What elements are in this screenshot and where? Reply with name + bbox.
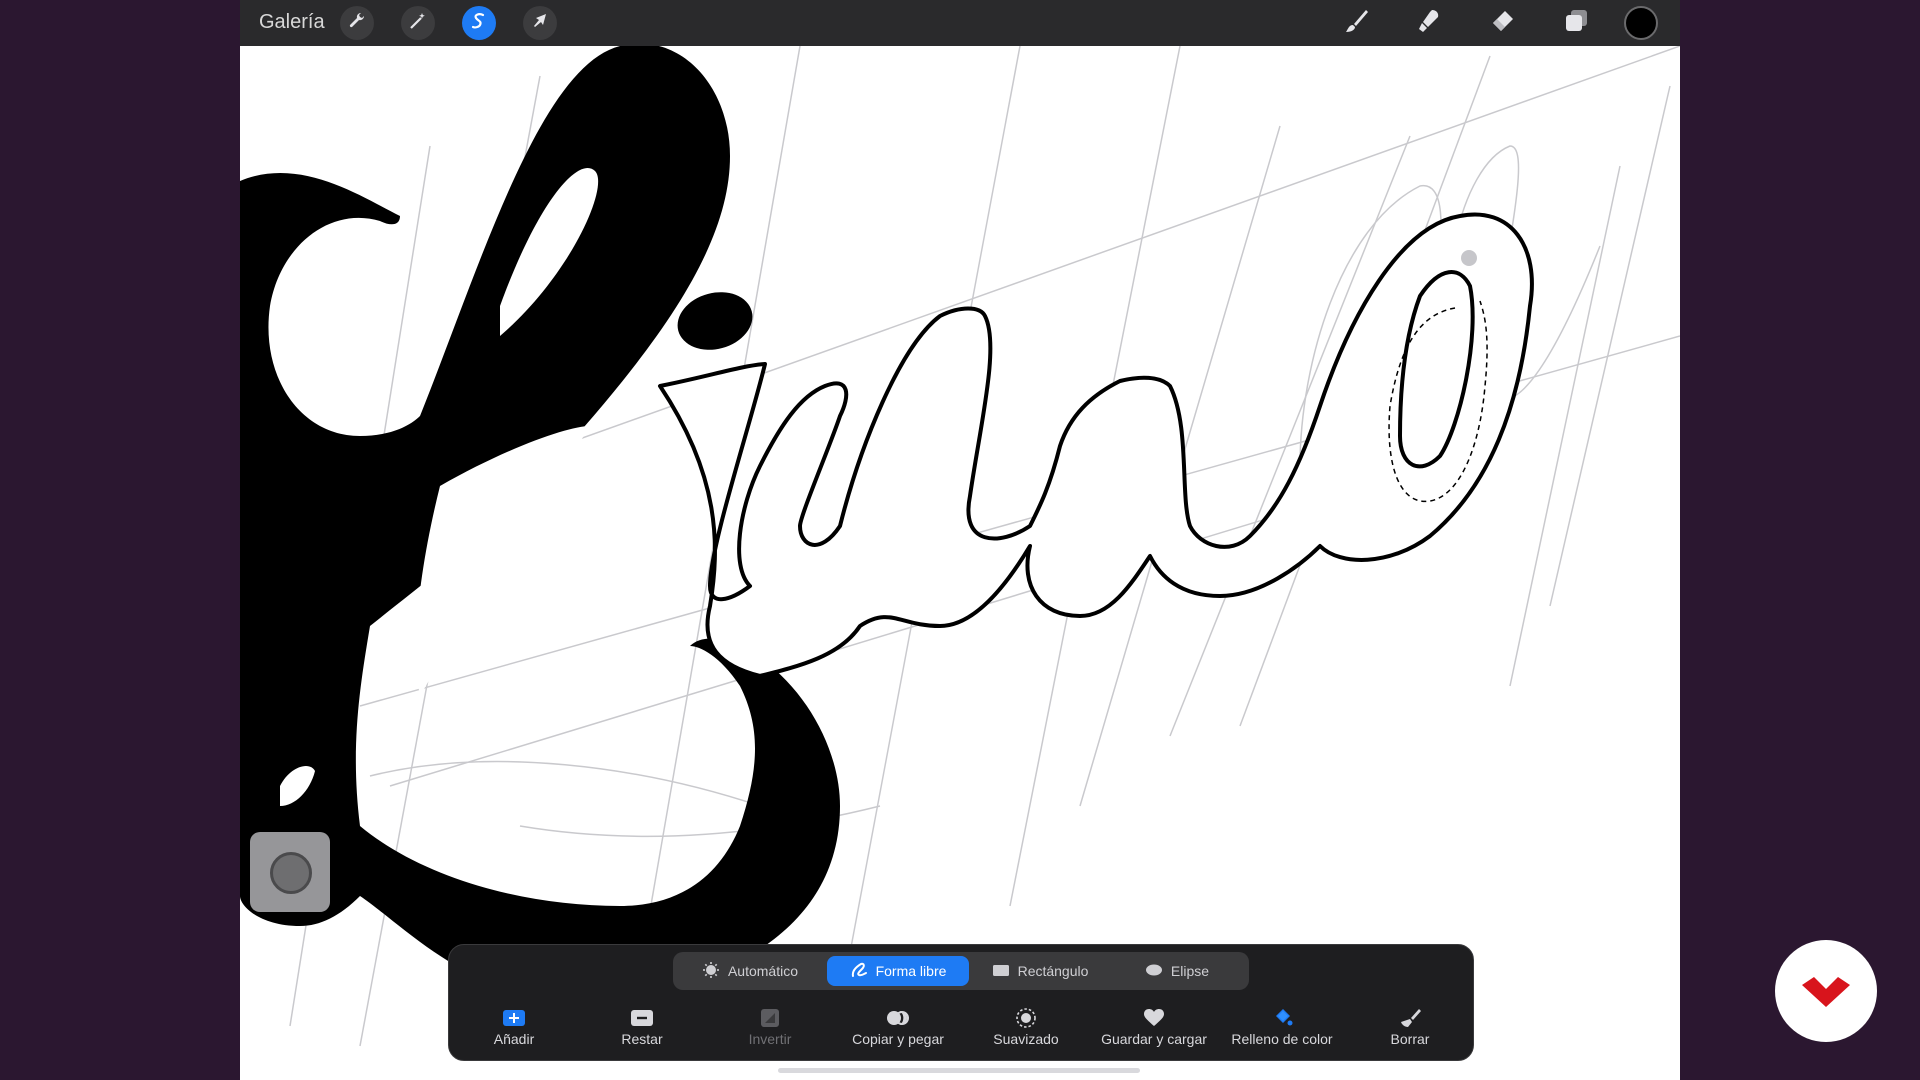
- modify-button[interactable]: [270, 852, 312, 894]
- top-toolbar: Galería: [240, 0, 1680, 46]
- add-icon: [502, 1007, 526, 1029]
- drawing-canvas[interactable]: [240, 43, 1680, 1080]
- copy-paste-button[interactable]: Copiar y pegar: [834, 1007, 962, 1053]
- wrench-icon: [347, 11, 367, 36]
- auto-select-icon: [702, 961, 720, 982]
- procreate-app: Galería Automático Forma libre Rectángul…: [240, 0, 1680, 1080]
- selection-mode-bar: Automático Forma libre Rectángulo Elipse: [673, 952, 1249, 990]
- transform-button[interactable]: [523, 6, 557, 40]
- invert-icon: [758, 1007, 782, 1029]
- rectangle-icon: [992, 961, 1010, 982]
- save-load-button[interactable]: Guardar y cargar: [1090, 1007, 1218, 1053]
- feather-button[interactable]: Suavizado: [962, 1007, 1090, 1053]
- action-label: Copiar y pegar: [852, 1031, 944, 1047]
- mode-label: Elipse: [1170, 963, 1210, 979]
- clear-brush-icon: [1398, 1007, 1422, 1029]
- brand-logo: [1775, 940, 1877, 1042]
- color-swatch[interactable]: [1624, 6, 1658, 40]
- invert-button[interactable]: Invertir: [706, 1007, 834, 1053]
- mode-label: Rectángulo: [1017, 963, 1089, 979]
- action-label: Borrar: [1390, 1031, 1430, 1047]
- mode-rectangle[interactable]: Rectángulo: [975, 956, 1105, 986]
- letters-outline: [658, 212, 1534, 678]
- subtract-icon: [630, 1007, 654, 1029]
- transform-arrow-icon: [530, 11, 550, 36]
- ellipse-icon: [1145, 961, 1163, 982]
- layers-icon: [1562, 7, 1590, 40]
- mode-automatic[interactable]: Automático: [679, 956, 821, 986]
- add-button[interactable]: Añadir: [450, 1007, 578, 1053]
- eraser-tool-button[interactable]: [1484, 5, 1520, 41]
- selection-button[interactable]: [462, 6, 496, 40]
- clear-button[interactable]: Borrar: [1346, 1007, 1474, 1053]
- heart-icon: [1142, 1007, 1166, 1029]
- selection-icon: [469, 11, 489, 36]
- subtract-button[interactable]: Restar: [578, 1007, 706, 1053]
- brush-icon: [1342, 7, 1370, 40]
- copy-paste-icon: [886, 1007, 910, 1029]
- eraser-icon: [1488, 7, 1516, 40]
- action-label: Relleno de color: [1231, 1031, 1333, 1047]
- actions-button[interactable]: [340, 6, 374, 40]
- mode-ellipse[interactable]: Elipse: [1111, 956, 1243, 986]
- mode-freehand[interactable]: Forma libre: [827, 956, 969, 986]
- mode-label: Forma libre: [875, 963, 947, 979]
- adjustments-button[interactable]: [401, 6, 435, 40]
- color-fill-button[interactable]: Relleno de color: [1218, 1007, 1346, 1053]
- smudge-icon: [1414, 7, 1442, 40]
- magic-wand-icon: [408, 11, 428, 36]
- action-label: Añadir: [493, 1031, 535, 1047]
- brush-tool-button[interactable]: [1338, 5, 1374, 41]
- layers-button[interactable]: [1558, 5, 1594, 41]
- freehand-icon: [850, 961, 868, 982]
- selection-panel: Automático Forma libre Rectángulo Elipse: [448, 944, 1474, 1061]
- action-label: Guardar y cargar: [1101, 1031, 1207, 1047]
- color-fill-icon: [1270, 1007, 1294, 1029]
- brand-logo-mark: [1802, 977, 1850, 1007]
- selection-start-point: [1461, 250, 1477, 266]
- home-indicator: [778, 1068, 1140, 1073]
- action-label: Restar: [621, 1031, 663, 1047]
- side-slider-control[interactable]: [250, 832, 330, 912]
- action-label: Invertir: [748, 1031, 792, 1047]
- gallery-button[interactable]: Galería: [259, 11, 325, 34]
- feather-icon: [1014, 1007, 1038, 1029]
- action-label: Suavizado: [993, 1031, 1059, 1047]
- smudge-tool-button[interactable]: [1410, 5, 1446, 41]
- mode-label: Automático: [727, 963, 799, 979]
